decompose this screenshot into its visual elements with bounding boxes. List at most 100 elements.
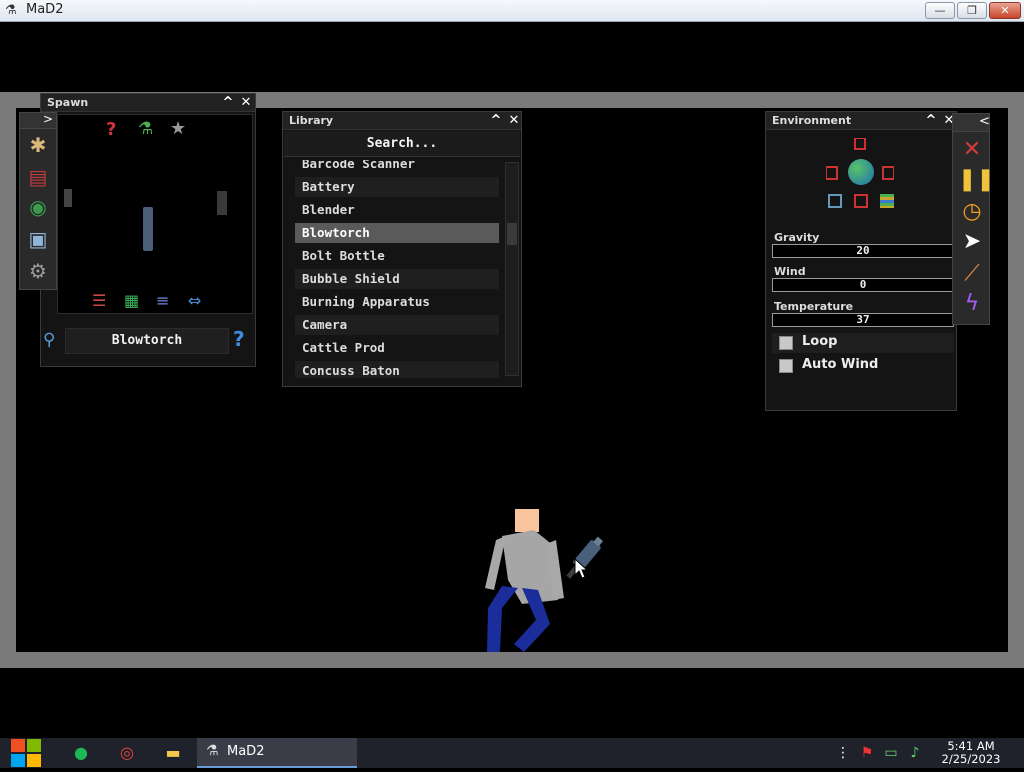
chrome-icon[interactable]: ◎ bbox=[116, 742, 138, 764]
environment-header[interactable]: Environment ^ ✕ bbox=[766, 112, 956, 130]
earth-icon[interactable] bbox=[848, 159, 874, 185]
swap-arrows-icon[interactable]: ⇔ bbox=[188, 291, 201, 310]
loop-checkbox-box[interactable] bbox=[779, 336, 793, 350]
blowtorch-thumb[interactable] bbox=[143, 207, 153, 251]
list-item-selected[interactable]: Blowtorch bbox=[295, 223, 499, 243]
globe-icon[interactable]: ◉ bbox=[24, 193, 52, 221]
collapse-left-icon[interactable]: < bbox=[979, 114, 990, 129]
mad2-app-icon: ⚗ bbox=[5, 3, 17, 18]
list-item[interactable]: Barcode Scanner bbox=[295, 160, 499, 174]
mad2-app-icon: ⚗ bbox=[206, 743, 219, 759]
question-red-icon[interactable]: ? bbox=[106, 119, 116, 140]
spawn-panel: Spawn ^ ✕ > ✱ ▤ ◉ ▣ ⚙ ? ⚗ ★ ☰ ▦ ≡ ⇔ ⚲ Bl… bbox=[19, 93, 256, 367]
env-layers-icon[interactable] bbox=[880, 194, 894, 208]
spawn-header[interactable]: Spawn ^ ✕ bbox=[41, 94, 255, 112]
book-icon[interactable]: ▤ bbox=[24, 163, 52, 191]
spotify-icon[interactable]: ● bbox=[70, 742, 92, 764]
gravity-label: Gravity bbox=[774, 231, 820, 244]
wind-label: Wind bbox=[774, 265, 806, 278]
window-title: MaD2 bbox=[26, 2, 64, 17]
env-top-icon[interactable] bbox=[854, 138, 866, 150]
save-icon[interactable]: ▣ bbox=[24, 225, 52, 253]
temperature-slider[interactable]: 37 bbox=[772, 313, 954, 327]
list-item[interactable]: Bubble Shield bbox=[295, 269, 499, 289]
lightning-icon[interactable]: ϟ bbox=[958, 290, 986, 318]
library-scrollbar[interactable] bbox=[505, 162, 519, 376]
library-panel: Library ^ ✕ Search... Barcode Scanner Ba… bbox=[282, 111, 522, 387]
tool-rail: < ✕ ❚❚ ◷ ➤ ⟋ ϟ bbox=[952, 113, 995, 325]
library-header[interactable]: Library ^ ✕ bbox=[283, 112, 521, 130]
clock-date: 2/25/2023 bbox=[941, 752, 1001, 766]
gravity-slider[interactable]: 20 bbox=[772, 244, 954, 258]
spawn-category-toolbar: > ✱ ▤ ◉ ▣ ⚙ bbox=[19, 112, 57, 290]
list-item[interactable]: Cattle Prod bbox=[295, 338, 499, 358]
autowind-checkbox-box[interactable] bbox=[779, 359, 793, 373]
env-floor-icon[interactable] bbox=[854, 194, 868, 208]
scrollbar-thumb[interactable] bbox=[507, 223, 517, 245]
library-title: Library bbox=[289, 114, 334, 127]
loop-checkbox[interactable]: Loop bbox=[772, 333, 954, 353]
close-icon[interactable]: ✕ bbox=[237, 94, 255, 112]
list-item[interactable]: Concuss Baton bbox=[295, 361, 499, 378]
list-item[interactable]: Blender bbox=[295, 200, 499, 220]
stopwatch-icon[interactable]: ◷ bbox=[958, 198, 986, 226]
taskbar-clock[interactable]: 5:41 AM 2/25/2023 bbox=[930, 740, 1012, 766]
network-icon[interactable]: ▭ bbox=[880, 742, 902, 764]
library-search-input[interactable]: Search... bbox=[284, 131, 520, 157]
more-icon[interactable]: ⋮ bbox=[832, 742, 854, 764]
window-titlebar: ⚗ MaD2 — ❐ ✕ bbox=[0, 0, 1024, 22]
volume-icon[interactable]: ♪ bbox=[904, 742, 926, 764]
scanner-thumb[interactable] bbox=[64, 189, 72, 207]
taskbar-app-mad2[interactable]: ⚗ MaD2 bbox=[197, 738, 357, 768]
list-item[interactable]: Battery bbox=[295, 177, 499, 197]
maximize-button[interactable]: ❐ bbox=[957, 2, 987, 19]
windows-start-icon[interactable] bbox=[10, 738, 44, 768]
tool-rail-header: < bbox=[953, 114, 990, 132]
ragdoll-arm-left bbox=[485, 536, 506, 590]
delete-x-icon[interactable]: ✕ bbox=[958, 136, 986, 164]
flask-icon[interactable]: ⚗ bbox=[138, 119, 153, 139]
close-window-button[interactable]: ✕ bbox=[989, 2, 1021, 19]
expand-icon[interactable]: > bbox=[43, 112, 53, 126]
ragdoll-head bbox=[515, 509, 539, 532]
spawn-toolbar-top: > bbox=[20, 112, 56, 129]
close-icon[interactable]: ✕ bbox=[505, 112, 523, 130]
library-list: Barcode Scanner Battery Blender Blowtorc… bbox=[295, 160, 501, 378]
pause-icon[interactable]: ❚❚ bbox=[958, 166, 995, 194]
cursor-icon[interactable]: ➤ bbox=[958, 228, 986, 256]
environment-title: Environment bbox=[772, 114, 852, 127]
minimize-button[interactable]: — bbox=[925, 2, 955, 19]
spawn-selected-item[interactable]: Blowtorch bbox=[65, 328, 229, 354]
environment-panel: Environment ^ ✕ Gravity 20 Wind 0 Temper… bbox=[765, 111, 957, 411]
collapse-icon[interactable]: ^ bbox=[219, 94, 237, 112]
list-item[interactable]: Camera bbox=[295, 315, 499, 335]
env-room-icon[interactable] bbox=[828, 194, 842, 208]
help-icon[interactable]: ? bbox=[233, 327, 245, 351]
env-left-icon[interactable] bbox=[826, 166, 838, 180]
taskbar-app-label: MaD2 bbox=[227, 744, 265, 759]
collapse-icon[interactable]: ^ bbox=[922, 112, 940, 130]
wind-slider[interactable]: 0 bbox=[772, 278, 954, 292]
sliders-icon[interactable]: ☰ bbox=[92, 291, 106, 310]
ragdoll-icon[interactable]: ✱ bbox=[24, 131, 52, 159]
grid-icon[interactable]: ▦ bbox=[124, 291, 139, 310]
device-thumb[interactable] bbox=[217, 191, 227, 215]
magnifier-icon[interactable]: ⚲ bbox=[43, 330, 55, 350]
autowind-checkbox[interactable]: Auto Wind bbox=[772, 356, 954, 376]
temperature-label: Temperature bbox=[774, 300, 854, 313]
env-right-icon[interactable] bbox=[882, 166, 894, 180]
list-item[interactable]: Bolt Bottle bbox=[295, 246, 499, 266]
spawn-title: Spawn bbox=[47, 96, 89, 109]
knife-icon[interactable]: ⟋ bbox=[958, 260, 986, 288]
folder-icon[interactable]: ▬ bbox=[162, 742, 184, 764]
loop-label: Loop bbox=[802, 334, 838, 349]
star-icon[interactable]: ★ bbox=[170, 118, 186, 139]
spawn-preview: ? ⚗ ★ ☰ ▦ ≡ ⇔ bbox=[57, 114, 253, 314]
collapse-icon[interactable]: ^ bbox=[487, 112, 505, 130]
gear-icon[interactable]: ⚙ bbox=[24, 257, 52, 285]
list-item[interactable]: Burning Apparatus bbox=[295, 292, 499, 312]
list-icon[interactable]: ≡ bbox=[156, 291, 169, 310]
autowind-label: Auto Wind bbox=[802, 357, 879, 372]
taskbar: ● ◎ ▬ ⚗ MaD2 ⋮ ⚑ ▭ ♪ 5:41 AM 2/25/2023 bbox=[0, 738, 1024, 768]
flag-icon[interactable]: ⚑ bbox=[856, 742, 878, 764]
